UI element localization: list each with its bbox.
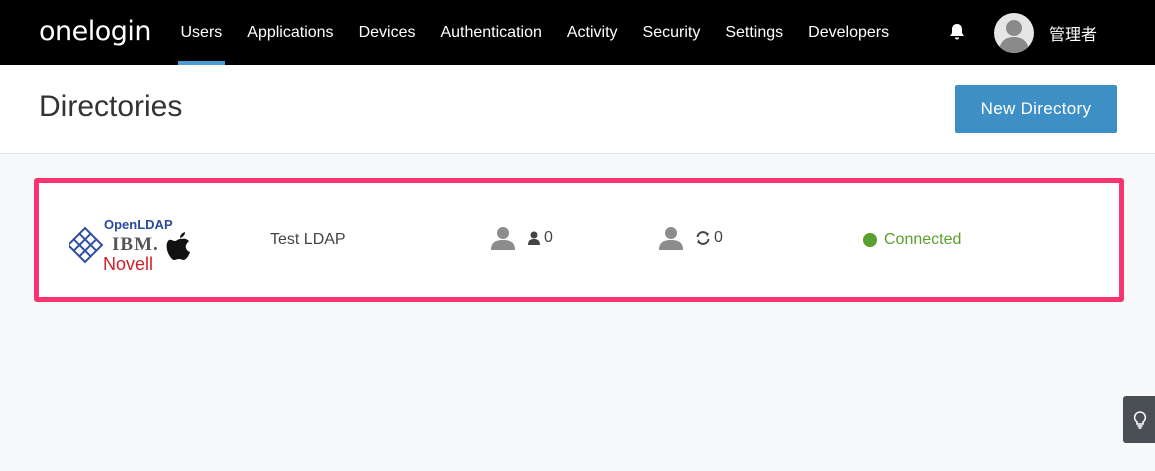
user-avatar[interactable]	[994, 13, 1034, 53]
users-stat: 0	[491, 226, 553, 250]
small-user-icon	[528, 231, 540, 245]
nav-item-devices[interactable]: Devices	[346, 0, 428, 65]
status-dot-icon	[863, 233, 877, 247]
user-icon	[659, 227, 683, 250]
sync-stat: 0	[659, 226, 723, 250]
user-icon	[491, 227, 515, 250]
page-header: Directories New Directory	[0, 65, 1155, 154]
logo-openldap-text: OpenLDAP	[104, 217, 173, 232]
user-name[interactable]: 管理者	[1049, 21, 1097, 45]
new-directory-button[interactable]: New Directory	[955, 85, 1117, 133]
lightbulb-icon	[1133, 410, 1147, 429]
logo-novell-text: Novell	[103, 254, 153, 273]
nav-item-settings[interactable]: Settings	[713, 0, 796, 65]
directory-row[interactable]: OpenLDAP IBM. Novell Test LDAP 0 0 Conne…	[34, 178, 1124, 302]
ldap-vendors-logo: OpenLDAP IBM. Novell	[69, 217, 190, 273]
synced-count: 0	[714, 229, 723, 246]
nav-menu: Users Applications Devices Authenticatio…	[168, 0, 902, 65]
sync-icon	[696, 231, 710, 245]
logo-ibm-text: IBM.	[112, 234, 159, 255]
user-silhouette-icon	[999, 20, 1029, 53]
nav-item-activity[interactable]: Activity	[554, 0, 630, 65]
nav-item-developers[interactable]: Developers	[796, 0, 902, 65]
nav-item-authentication[interactable]: Authentication	[428, 0, 554, 65]
nav-item-security[interactable]: Security	[630, 0, 713, 65]
connection-status: Connected	[863, 231, 961, 249]
nav-item-users[interactable]: Users	[168, 0, 235, 65]
directory-name[interactable]: Test LDAP	[270, 231, 346, 249]
help-tab[interactable]	[1123, 396, 1155, 443]
status-label: Connected	[884, 231, 962, 248]
onelogin-logo[interactable]: onelogin	[39, 16, 152, 47]
users-count: 0	[544, 229, 553, 246]
page-title: Directories	[39, 90, 183, 123]
nav-item-applications[interactable]: Applications	[235, 0, 346, 65]
top-navigation: onelogin Users Applications Devices Auth…	[0, 0, 1155, 65]
bell-icon[interactable]	[947, 22, 967, 42]
apple-logo-icon	[166, 232, 190, 260]
